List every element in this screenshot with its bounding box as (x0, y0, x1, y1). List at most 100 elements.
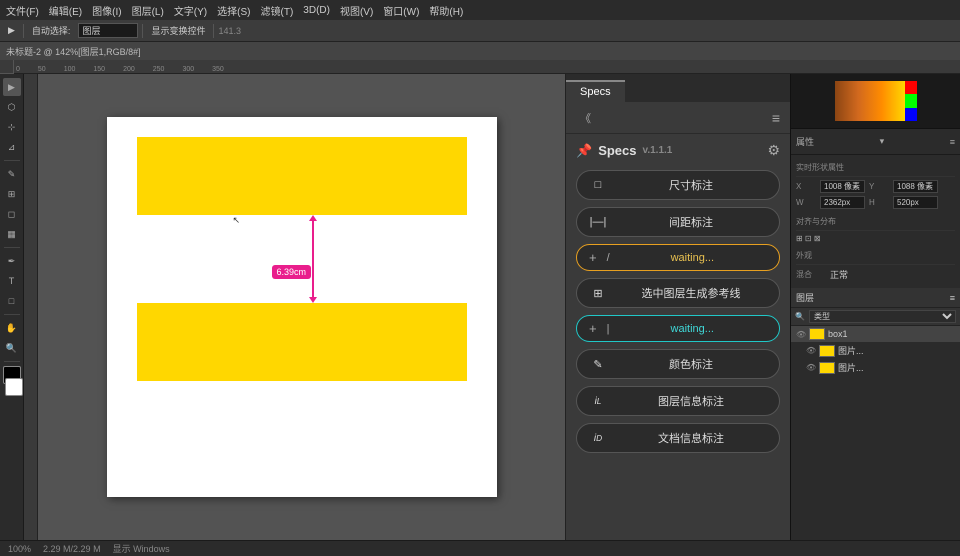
pin-icon: 📌 (576, 143, 592, 159)
doc-info-btn[interactable]: iD 文档信息标注 (576, 423, 780, 453)
tool-move[interactable]: ▶ (4, 24, 19, 37)
ruler-tick: 50 (38, 66, 46, 73)
menu-bar: 文件(F) 编辑(E) 图像(I) 图层(L) 文字(Y) 选择(S) 滤镜(T… (0, 0, 960, 20)
slash-icon-1: / (607, 252, 610, 264)
doc-info-label: 文档信息标注 (615, 430, 767, 446)
prop-x-value[interactable] (820, 180, 865, 193)
tool-selection[interactable]: ▶ (3, 78, 21, 96)
align-btn[interactable]: ⊞ ⊡ ⊠ (796, 234, 821, 243)
tool-background-color[interactable] (5, 378, 23, 396)
ruler-tick: 150 (93, 66, 105, 73)
canvas-area[interactable]: ↖ 6.39cm (24, 74, 565, 540)
tool-text[interactable]: T (3, 272, 21, 290)
ruler-tick: 250 (153, 66, 165, 73)
menu-3d[interactable]: 3D(D) (303, 5, 330, 16)
menu-help[interactable]: 帮助(H) (429, 3, 463, 18)
prop-w-value[interactable] (820, 196, 865, 209)
layer-thumb-img1 (819, 345, 835, 357)
swatch-blue (905, 108, 917, 121)
expand-btn[interactable]: ≡ (950, 137, 955, 147)
menu-edit[interactable]: 编辑(E) (49, 3, 82, 18)
waiting1-btn[interactable]: + / waiting... (576, 244, 780, 271)
specs-panel: Specs 《 ≡ 📌 Specs v.1.1.1 ⚙ □ 尺寸标注 (565, 74, 790, 540)
tool-pen[interactable]: ✒ (3, 252, 21, 270)
tool-crop[interactable]: ⊹ (3, 118, 21, 136)
rect-top[interactable]: ↖ (137, 137, 467, 215)
menu-select[interactable]: 选择(S) (217, 3, 250, 18)
canvas-content[interactable]: ↖ 6.39cm (38, 74, 565, 540)
preview-area (791, 74, 960, 129)
status-zoom: 100% (8, 544, 31, 554)
menu-text[interactable]: 文字(Y) (174, 3, 207, 18)
specs-tab[interactable]: Specs (566, 80, 625, 102)
spacing-icon: |—| (589, 213, 607, 231)
tool-stamp[interactable]: ⊞ (3, 185, 21, 203)
prop-h-label: H (869, 198, 889, 207)
spacing-label: 间距标注 (615, 214, 767, 230)
align-row: ⊞ ⊡ ⊠ (796, 234, 955, 243)
waiting2-label: waiting... (617, 323, 767, 335)
gear-icon[interactable]: ⚙ (767, 142, 780, 159)
menu-layer[interactable]: 图层(L) (132, 3, 164, 18)
swatch-red (905, 81, 917, 94)
layer-name-box1: box1 (828, 329, 955, 339)
tool-eraser[interactable]: ◻ (3, 205, 21, 223)
menu-view[interactable]: 视图(V) (340, 3, 373, 18)
layers-options-btn[interactable]: ≡ (950, 293, 955, 303)
color-btn[interactable]: ✎ 颜色标注 (576, 349, 780, 379)
tool-auto-select[interactable]: 自动选择: (28, 23, 75, 38)
prop-h-value[interactable] (893, 196, 938, 209)
menu-image[interactable]: 图像(I) (92, 3, 121, 18)
layer-info-icon: iL (589, 392, 607, 410)
layer-eye-icon-3[interactable]: 👁 (806, 363, 816, 372)
prop-y-value[interactable] (893, 180, 938, 193)
section-align: 对齐与分布 (796, 213, 955, 231)
color-label: 颜色标注 (615, 356, 767, 372)
menu-filter[interactable]: 滤镜(T) (261, 3, 294, 18)
layers-filter-select[interactable]: 类型 (809, 310, 956, 323)
prop-x-row: X Y (796, 180, 955, 193)
blending-label: 混合 (796, 269, 826, 280)
tool-auto-select-input[interactable] (78, 23, 138, 38)
specs-menu-icon[interactable]: ≡ (772, 110, 780, 126)
plugin-version: v.1.1.1 (643, 145, 673, 156)
arrow-line (312, 221, 314, 297)
layers-section: 图层 ≡ 🔍 类型 👁 box1 👁 图片... (791, 288, 960, 540)
cursor: ↖ (233, 215, 237, 219)
main-area: ▶ ⬡ ⊹ ⊿ ✎ ⊞ ◻ ▦ ✒ T □ ✋ 🔍 ↖ (0, 74, 960, 540)
tool-hand[interactable]: ✋ (3, 319, 21, 337)
tool-transform[interactable]: 显示变换控件 (147, 23, 209, 38)
tool-eyedropper[interactable]: ⊿ (3, 138, 21, 156)
dimension-btn[interactable]: □ 尺寸标注 (576, 170, 780, 200)
waiting2-btn[interactable]: + | waiting... (576, 315, 780, 342)
layer-name-img1: 图片... (838, 344, 955, 357)
tool-lasso[interactable]: ⬡ (3, 98, 21, 116)
spacing-btn[interactable]: |—| 间距标注 (576, 207, 780, 237)
refline-btn[interactable]: ⊞ 选中图层生成参考线 (576, 278, 780, 308)
rect-bottom[interactable] (137, 303, 467, 381)
tool-zoom[interactable]: 🔍 (3, 339, 21, 357)
tool-brush[interactable]: ✎ (3, 165, 21, 183)
prop-y-label: Y (869, 182, 889, 191)
layer-item-img1[interactable]: 👁 图片... (791, 342, 960, 359)
layer-item-img2[interactable]: 👁 图片... (791, 359, 960, 376)
tool-gradient[interactable]: ▦ (3, 225, 21, 243)
layers-search-icon: 🔍 (795, 312, 805, 321)
dimension-icon: □ (589, 176, 607, 194)
specs-nav-back[interactable]: 《 (576, 110, 595, 126)
color-icon: ✎ (589, 355, 607, 373)
menu-window[interactable]: 窗口(W) (383, 3, 419, 18)
tool-shape[interactable]: □ (3, 292, 21, 310)
menu-file[interactable]: 文件(F) (6, 3, 39, 18)
layer-item-box1[interactable]: 👁 box1 (791, 326, 960, 342)
layer-eye-icon[interactable]: 👁 (796, 330, 806, 339)
collapse-btn[interactable]: ▾ (880, 136, 885, 147)
right-side-panel: 属性 ▾ ≡ 实时形状属性 X Y W H 对齐与分布 ⊞ ⊡ ⊠ 外观 (790, 74, 960, 540)
status-bar: 100% 2.29 M/2.29 M 显示 Windows (0, 540, 960, 556)
measurement-label: 6.39cm (272, 265, 312, 279)
layers-header: 图层 ≡ (791, 288, 960, 308)
ruler-tick: 0 (16, 66, 20, 73)
vbar-icon: | (607, 323, 610, 335)
layer-eye-icon-2[interactable]: 👁 (806, 346, 816, 355)
layer-info-btn[interactable]: iL 图层信息标注 (576, 386, 780, 416)
